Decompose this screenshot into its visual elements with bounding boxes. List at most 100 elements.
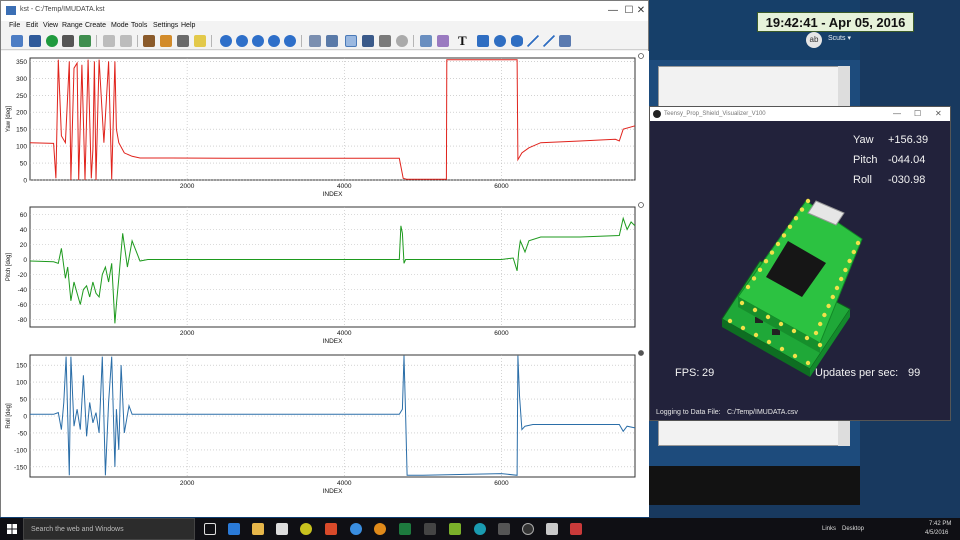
avatar[interactable]: ab <box>806 32 822 48</box>
menu-tools[interactable]: Tools <box>131 22 147 29</box>
app-icon-2[interactable] <box>325 523 337 535</box>
pick-mode-icon[interactable] <box>345 35 357 47</box>
menu-edit[interactable]: Edit <box>26 22 38 29</box>
menu-help[interactable]: Help <box>181 22 195 29</box>
x-tick-label: 2000 <box>180 480 195 487</box>
roll-value: -030.98 <box>888 174 926 186</box>
user-menu[interactable]: Scuts ▾ <box>828 34 851 42</box>
toolbar-separator <box>96 35 97 47</box>
task-view-icon[interactable] <box>204 523 216 535</box>
viz-minimize-button[interactable]: — <box>893 109 901 118</box>
rect-icon[interactable] <box>477 35 489 47</box>
circle-icon[interactable] <box>494 35 506 47</box>
edit-icon[interactable] <box>160 35 172 47</box>
taskbar-search[interactable]: Search the web and Windows <box>23 518 195 540</box>
app-icon-6[interactable] <box>498 523 510 535</box>
plot-svg: 0501001502002503003502000 4000 6000INDEXYa… <box>6 53 644 495</box>
tray-links[interactable]: Links <box>822 526 836 532</box>
viz-close-button[interactable]: ✕ <box>935 109 942 118</box>
crosshair-icon[interactable] <box>362 35 374 47</box>
menu-create[interactable]: Create <box>85 22 106 29</box>
layout-mode-icon[interactable] <box>326 35 338 47</box>
processing-taskbar-icon[interactable] <box>522 523 534 535</box>
store-icon[interactable] <box>276 523 288 535</box>
tray-desktop[interactable]: Desktop <box>842 526 864 532</box>
menu-mode[interactable]: Mode <box>111 22 129 29</box>
chrome-icon[interactable] <box>350 523 362 535</box>
file-explorer-icon[interactable] <box>252 523 264 535</box>
y-tick-label: 50 <box>20 161 28 168</box>
pause-icon[interactable] <box>284 35 296 47</box>
app-icon-4[interactable] <box>424 523 436 535</box>
app-icon-3[interactable] <box>374 523 386 535</box>
close-button[interactable]: ✕ <box>633 4 649 18</box>
menu-settings[interactable]: Settings <box>153 22 178 29</box>
x-axis-label: INDEX <box>323 338 344 345</box>
pin-pad <box>753 332 759 338</box>
ellipse-icon[interactable] <box>511 35 523 47</box>
kst-taskbar-icon[interactable] <box>546 523 558 535</box>
arrow-icon[interactable] <box>543 35 555 47</box>
tied-zoom-icon[interactable] <box>177 35 189 47</box>
data-wizard-icon[interactable] <box>143 35 155 47</box>
tray-time[interactable]: 7:42 PM <box>929 521 951 527</box>
pitch-value: -044.04 <box>888 154 926 166</box>
excel-icon[interactable] <box>399 523 411 535</box>
line-icon[interactable] <box>527 35 539 47</box>
print2-icon[interactable] <box>62 35 74 47</box>
save-icon[interactable] <box>29 35 41 47</box>
y-tick-label: 0 <box>23 414 27 421</box>
arrow-select-icon[interactable] <box>379 35 391 47</box>
yaw-label: Yaw <box>853 134 874 146</box>
arduino-icon[interactable] <box>474 523 486 535</box>
pin-pad <box>751 276 757 281</box>
app-icon-7[interactable] <box>570 523 582 535</box>
toolbar-separator <box>211 35 212 47</box>
pin-pad <box>779 346 785 352</box>
log-label: Logging to Data File: <box>656 409 721 416</box>
back-icon[interactable] <box>220 35 232 47</box>
windows-start-icon[interactable] <box>7 524 17 534</box>
y-tick-label: -150 <box>14 464 27 471</box>
y-tick-label: -80 <box>18 317 28 324</box>
pin-pad <box>781 233 787 238</box>
minimize-button[interactable]: — <box>605 4 621 18</box>
y-axis-label: Roll [deg] <box>6 403 12 429</box>
yaw-value: +156.39 <box>888 134 929 146</box>
text-icon[interactable]: T <box>458 34 470 47</box>
y-tick-label: -50 <box>18 430 28 437</box>
print-icon[interactable] <box>11 35 23 47</box>
undo-icon[interactable] <box>103 35 115 47</box>
app-icon-1[interactable] <box>300 523 312 535</box>
pin-pad <box>817 342 823 348</box>
search-placeholder: Search the web and Windows <box>31 526 124 533</box>
pin-pad <box>787 224 793 229</box>
redo-icon[interactable] <box>120 35 132 47</box>
pin-pad <box>793 216 799 221</box>
window-title: kst - C:/Temp/IMUDATA.kst <box>20 6 105 13</box>
table-icon[interactable] <box>420 35 432 47</box>
left-icon[interactable] <box>252 35 264 47</box>
label-icon[interactable] <box>194 35 206 47</box>
tray-date[interactable]: 4/5/2016 <box>925 530 948 536</box>
viz-maximize-button[interactable]: ☐ <box>914 109 921 118</box>
right-icon[interactable] <box>268 35 280 47</box>
menu-file[interactable]: File <box>9 22 20 29</box>
reload-icon[interactable] <box>46 35 58 47</box>
zoom-icon[interactable] <box>309 35 321 47</box>
picture-icon[interactable] <box>559 35 571 47</box>
forward-icon[interactable] <box>236 35 248 47</box>
target-icon[interactable] <box>396 35 408 47</box>
app-icon-5[interactable] <box>449 523 461 535</box>
menu-view[interactable]: View <box>43 22 58 29</box>
edge-browser-icon[interactable] <box>228 523 240 535</box>
export-icon[interactable] <box>79 35 91 47</box>
toolbar-separator <box>301 35 302 47</box>
plot-icon[interactable] <box>437 35 449 47</box>
plot-panel-1: 0 50 100 150 200 250 300 350 2000 4000 6000 INDEX Ya… <box>6 53 644 198</box>
pin-pad <box>727 318 733 324</box>
y-tick-label: 300 <box>16 76 27 83</box>
clock-overlay: 19:42:41 - Apr 05, 2016 <box>757 12 914 32</box>
menu-range[interactable]: Range <box>62 22 83 29</box>
pin-pad <box>822 312 827 318</box>
